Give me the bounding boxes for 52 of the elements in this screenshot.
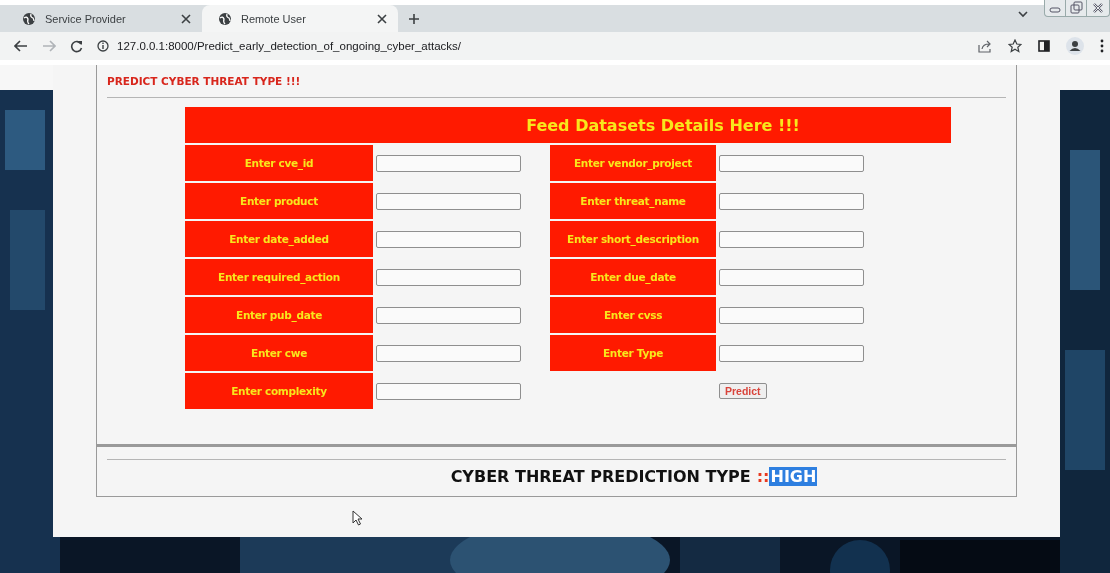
reload-icon[interactable] <box>70 39 83 53</box>
input-field[interactable] <box>719 344 864 362</box>
globe-icon <box>22 11 36 26</box>
input-field[interactable] <box>719 154 864 172</box>
profile-icon[interactable] <box>1066 37 1084 55</box>
globe-icon <box>218 11 232 26</box>
info-icon <box>97 40 109 52</box>
star-icon[interactable] <box>1008 39 1022 53</box>
field-label: Enter date_added <box>185 221 373 257</box>
field-label: Enter required_action <box>185 259 373 295</box>
field-label: Enter due_date <box>550 259 716 295</box>
input-field[interactable] <box>376 382 521 400</box>
field-label: Enter short_description <box>550 221 716 257</box>
url-text: 127.0.0.1:8000/Predict_early_detection_of_ongoing_cyber_attacks/ <box>117 40 461 52</box>
browser-tab[interactable]: Remote User <box>202 5 398 32</box>
field-label: Enter cwe <box>185 335 373 371</box>
result-label: CYBER THREAT PREDICTION TYPE <box>450 467 751 486</box>
plus-icon[interactable] <box>408 13 420 25</box>
field-label: Enter threat_name <box>550 183 716 219</box>
input-field[interactable] <box>376 192 521 210</box>
field-label: Enter cvss <box>550 297 716 333</box>
field-label: Enter complexity <box>185 373 373 409</box>
more-menu-icon[interactable] <box>1100 39 1104 53</box>
predict-button[interactable]: Predict <box>719 383 767 399</box>
input-field[interactable] <box>719 192 864 210</box>
result-value: HIGH <box>769 467 818 486</box>
share-icon[interactable] <box>978 39 992 53</box>
input-field[interactable] <box>719 306 864 324</box>
input-field[interactable] <box>719 268 864 286</box>
cursor-icon <box>352 510 363 526</box>
field-label: Enter cve_id <box>185 145 373 181</box>
input-field[interactable] <box>376 154 521 172</box>
side-panel-icon[interactable] <box>1038 40 1050 52</box>
back-arrow-icon[interactable] <box>14 40 28 52</box>
input-field[interactable] <box>719 230 864 248</box>
input-field[interactable] <box>376 344 521 362</box>
close-icon[interactable] <box>376 12 388 25</box>
field-label: Enter pub_date <box>185 297 373 333</box>
input-field[interactable] <box>376 306 521 324</box>
restore-icon[interactable] <box>1065 0 1086 16</box>
chevron-down-icon[interactable] <box>1018 10 1028 18</box>
result-separator: :: <box>756 467 770 486</box>
forward-arrow-icon[interactable] <box>42 40 56 52</box>
form-title: Feed Datasets Details Here !!! <box>185 107 951 143</box>
browser-tab[interactable]: Service Provider <box>6 5 202 32</box>
field-label: Enter Type <box>550 335 716 371</box>
input-field[interactable] <box>376 230 521 248</box>
page-heading: PREDICT CYBER THREAT TYPE !!! <box>107 74 302 89</box>
field-label: Enter vendor_project <box>550 145 716 181</box>
close-icon[interactable] <box>180 12 192 25</box>
field-label: Enter product <box>185 183 373 219</box>
input-field[interactable] <box>376 268 521 286</box>
